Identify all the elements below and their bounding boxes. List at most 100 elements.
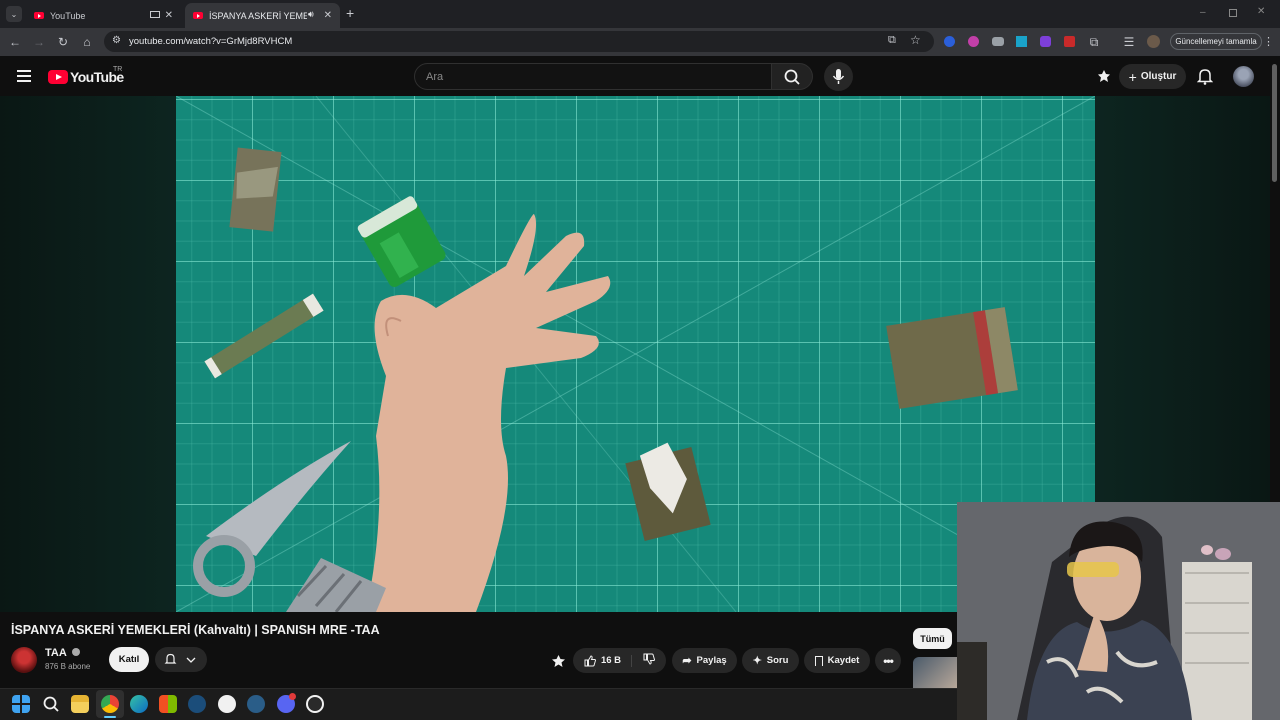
channel-avatar[interactable] bbox=[11, 647, 37, 673]
file-explorer-icon[interactable] bbox=[71, 695, 89, 713]
ration-bar bbox=[204, 293, 324, 379]
create-label: Oluştur bbox=[1140, 71, 1177, 82]
more-actions-button[interactable]: ••• bbox=[875, 648, 901, 673]
microphone-icon bbox=[832, 69, 845, 84]
share-icon: ➦ bbox=[682, 655, 692, 667]
wristwatch bbox=[286, 558, 386, 612]
sparkle-icon: ✦ bbox=[752, 655, 762, 667]
browser-tab-strip: ⌄ YouTube ✕ İSPANYA ASKERİ YEMEKLERİ 🔊︎ … bbox=[0, 0, 1280, 28]
extension-icon[interactable] bbox=[1016, 36, 1027, 47]
youtube-favicon-icon bbox=[193, 12, 203, 19]
webcam-frame bbox=[957, 502, 1280, 720]
tab-video[interactable]: İSPANYA ASKERİ YEMEKLERİ 🔊︎ ✕ bbox=[185, 3, 340, 28]
new-tab-button[interactable]: + bbox=[346, 5, 354, 21]
tab-label: İSPANYA ASKERİ YEMEKLERİ bbox=[209, 10, 307, 21]
minimize-button[interactable]: – bbox=[1200, 7, 1206, 18]
close-icon[interactable]: ✕ bbox=[165, 10, 173, 21]
notifications-bell-icon[interactable] bbox=[1196, 68, 1214, 90]
recommended-thumbnail[interactable] bbox=[913, 657, 957, 688]
steam-icon[interactable] bbox=[247, 695, 265, 713]
filter-chip-all[interactable]: Tümü bbox=[913, 628, 952, 649]
voice-search-button[interactable] bbox=[824, 62, 853, 91]
search-icon[interactable] bbox=[42, 695, 60, 713]
close-icon[interactable]: ✕ bbox=[324, 10, 332, 21]
thumbs-down-icon bbox=[643, 653, 656, 665]
save-label: Kaydet bbox=[827, 655, 860, 666]
profile-avatar[interactable] bbox=[1147, 35, 1160, 48]
search-placeholder: Ara bbox=[426, 71, 444, 83]
ask-ai-icon[interactable] bbox=[551, 654, 566, 673]
picture-in-picture-icon bbox=[150, 11, 160, 18]
url-text[interactable]: youtube.com/watch?v=GrMjd8RVHCM bbox=[129, 36, 292, 47]
install-icon[interactable]: ⧉ bbox=[888, 34, 896, 47]
tab-youtube[interactable]: YouTube ✕ bbox=[26, 3, 181, 28]
active-app-indicator bbox=[104, 716, 116, 718]
thumbs-up-icon bbox=[584, 654, 596, 666]
like-count: 16 B bbox=[600, 655, 622, 666]
forward-icon[interactable]: → bbox=[31, 34, 47, 50]
extension-icon[interactable] bbox=[1064, 36, 1075, 47]
search-button[interactable] bbox=[772, 63, 813, 90]
extension-icon[interactable] bbox=[944, 36, 955, 47]
extensions-puzzle-icon[interactable]: ⧉ bbox=[1086, 34, 1102, 50]
webcam-overlay bbox=[957, 502, 1280, 720]
dislike-button[interactable] bbox=[643, 653, 656, 668]
address-bar[interactable]: ⚙ youtube.com/watch?v=GrMjd8RVHCM ⧉ ☆ bbox=[104, 31, 934, 52]
update-button[interactable]: Güncellemeyi tamamla bbox=[1170, 33, 1262, 50]
reading-list-icon[interactable]: ☰ bbox=[1121, 34, 1137, 50]
join-button[interactable]: Katıl bbox=[109, 647, 149, 672]
extension-icon[interactable] bbox=[992, 37, 1004, 46]
share-button[interactable]: ➦ Paylaş bbox=[672, 648, 737, 673]
ask-button[interactable]: ✦ Soru bbox=[742, 648, 799, 673]
channel-name[interactable]: TAA bbox=[45, 647, 81, 659]
close-window-button[interactable]: ✕ bbox=[1257, 6, 1265, 17]
steam-icon[interactable] bbox=[188, 695, 206, 713]
chevron-down-icon bbox=[186, 657, 196, 663]
extension-icon[interactable] bbox=[968, 36, 979, 47]
windows-start-icon[interactable] bbox=[12, 695, 30, 713]
plus-icon: + bbox=[1128, 68, 1137, 85]
home-icon[interactable]: ⌂ bbox=[79, 34, 95, 50]
tab-label: YouTube bbox=[50, 10, 86, 21]
edge-icon[interactable] bbox=[130, 695, 148, 713]
bookmark-icon bbox=[814, 655, 823, 666]
food-packet bbox=[229, 147, 282, 232]
speaker-icon[interactable]: 🔊︎ bbox=[308, 9, 314, 20]
page-scrollbar[interactable] bbox=[1272, 64, 1277, 182]
reload-icon[interactable]: ↻ bbox=[55, 34, 71, 50]
ask-label: Soru bbox=[766, 655, 789, 666]
youtube-logo-icon[interactable] bbox=[48, 70, 68, 84]
search-icon bbox=[784, 69, 800, 85]
tab-search-button[interactable]: ⌄ bbox=[6, 6, 22, 22]
ambient-glow-left bbox=[0, 96, 176, 612]
green-jar bbox=[357, 196, 446, 287]
obs-icon[interactable] bbox=[306, 695, 324, 713]
channel-name-text[interactable]: TAA bbox=[45, 647, 66, 659]
save-button[interactable]: Kaydet bbox=[804, 648, 870, 673]
verified-badge-icon bbox=[72, 648, 81, 656]
like-dislike-group: 16 B bbox=[573, 648, 666, 673]
yandex-icon[interactable] bbox=[218, 695, 236, 713]
create-button[interactable]: + Oluştur bbox=[1119, 64, 1186, 89]
notification-badge bbox=[289, 693, 296, 700]
bookmark-star-icon[interactable]: ☆ bbox=[910, 33, 921, 47]
youtube-favicon-icon bbox=[34, 12, 44, 19]
subscription-bell-button[interactable] bbox=[155, 647, 207, 672]
hamburger-menu-icon[interactable] bbox=[17, 70, 31, 82]
video-title: İSPANYA ASKERİ YEMEKLERİ (Kahvaltı) | SP… bbox=[11, 623, 380, 637]
account-avatar[interactable] bbox=[1233, 66, 1254, 87]
region-code: TR bbox=[113, 66, 123, 73]
site-info-icon[interactable]: ⚙ bbox=[112, 35, 121, 46]
share-label: Paylaş bbox=[696, 655, 727, 666]
search-input[interactable]: Ara bbox=[414, 63, 772, 90]
like-button[interactable]: 16 B bbox=[584, 654, 633, 667]
chrome-icon[interactable] bbox=[101, 695, 119, 713]
back-icon[interactable]: ← bbox=[7, 34, 23, 50]
premium-ask-icon[interactable] bbox=[1097, 69, 1111, 83]
subscriber-count: 876 B abone bbox=[45, 662, 91, 671]
more-menu-icon[interactable]: ⋮ bbox=[1263, 35, 1274, 48]
microsoft-store-icon[interactable] bbox=[159, 695, 177, 713]
more-horizontal-icon: ••• bbox=[883, 653, 894, 668]
extension-icon[interactable] bbox=[1040, 36, 1051, 47]
restore-button[interactable] bbox=[1229, 9, 1237, 17]
